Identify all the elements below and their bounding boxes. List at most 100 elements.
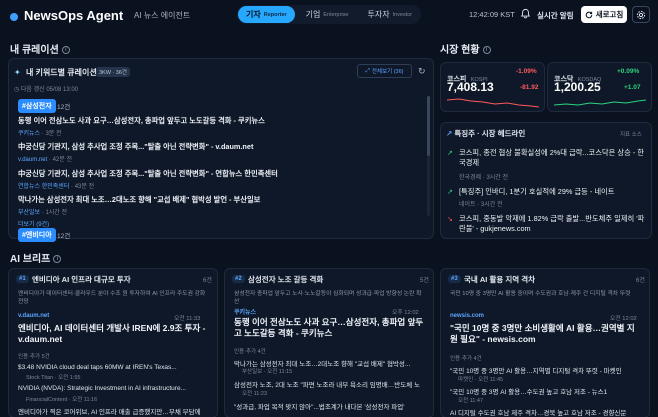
curation-news-title[interactable]: 中궁신당 기관지, 삼성 추사업 조정 주목..."탈출 아닌 전략변화" - … xyxy=(18,169,418,179)
related-source: Stock Titan xyxy=(26,375,54,381)
info-icon[interactable]: i xyxy=(482,46,491,55)
info-icon[interactable]: i xyxy=(53,255,62,264)
news-time: 3분 전 xyxy=(45,131,62,137)
refresh-button[interactable]: 새로고침 xyxy=(581,6,627,23)
news-source[interactable]: v.daum.net xyxy=(18,157,47,163)
curation-news-title[interactable]: 막나가는 삼성전자 최대 노조…2대노조 향해 "교섭 배제" 협박성 발언 -… xyxy=(18,195,418,205)
curation-news-title[interactable]: 동행 이어 전삼노도 사과 요구…삼성전자, 총파업 앞두고 노도갈등 격화 -… xyxy=(18,116,418,126)
curation-news-title[interactable]: 中궁신당 기관지, 삼성 추사업 조정 주목..."탈출 아닌 전략변화" - … xyxy=(18,142,418,152)
more-button[interactable]: 더보기 (9건) xyxy=(18,219,49,228)
brief-source[interactable]: v.daum.net xyxy=(18,313,49,319)
brief-rank: #1 xyxy=(16,275,29,283)
market-headline-title[interactable]: 코스피, 종전 협상 불확실성에 2%대 급락...코스닥은 상승 - 한국경제 xyxy=(459,148,645,168)
market-headline-meta: 한국경제 · 3시간 전 xyxy=(459,175,509,181)
mode-tab-investor[interactable]: 투자자 Investor xyxy=(359,6,420,23)
headline-card-title-text: 특징주 · 시장 헤드라인 xyxy=(454,129,526,138)
expand-all-label: 전체보기 (36) xyxy=(371,69,404,75)
brief-related-meta: 오전 11:47 xyxy=(458,396,483,404)
info-icon[interactable]: i xyxy=(61,46,70,55)
related-time: 오전 1:55 xyxy=(58,375,81,381)
keyword-count: 12건 xyxy=(57,104,71,111)
curation-section-title: 내 큐레이션 i xyxy=(10,41,70,56)
brief-related-label: 인용·추가 4건 xyxy=(234,349,266,355)
index-change: -81.92 xyxy=(520,84,539,91)
gear-icon xyxy=(636,10,646,19)
brief-count: 6건 xyxy=(636,278,645,284)
related-source: 부산일보 xyxy=(242,369,263,375)
brief-related-item[interactable]: "국민 10명 중 3명만 AI 활용…지역별 디지털 격차 뚜렷 - 마켓인 xyxy=(450,365,640,375)
mode-en-label: Reporter xyxy=(263,11,287,18)
brief-related-item[interactable]: AI 디지털 수도권 호남 제주 격차…경북 높고 호남 저조 - 경향신문 xyxy=(450,407,640,417)
market-headline-meta: 네이트 · 3시간 전 xyxy=(459,202,503,208)
index-pct: +0.09% xyxy=(617,68,640,75)
reload-icon[interactable]: ↻ xyxy=(418,66,426,77)
brief-headline[interactable]: "국민 10명 중 3명만 소비생활에 AI 활용…권역별 지원 필요" - n… xyxy=(450,323,640,345)
brief-related-item[interactable]: "성과급, 파업 목적 맞지 않아"...법조계가 내다본 '삼성전자 파업' xyxy=(234,401,424,411)
mode-label: 투자자 xyxy=(367,10,390,19)
news-time: 42분 전 xyxy=(52,157,72,163)
market-headline-title[interactable]: 코스피, 중동발 악재에 1.82% 급락 출발...반도체주 일제히 '파란불… xyxy=(459,214,645,234)
settings-button[interactable] xyxy=(632,6,650,23)
news-time: 3시간 전 xyxy=(480,202,503,208)
realtime-alert-button[interactable]: 실시간 알림 xyxy=(537,10,574,21)
mode-en-label: Enterprise xyxy=(323,11,349,18)
keyword-count-badge: 3KW · 36건 xyxy=(96,67,130,77)
keyword-tag-samsung[interactable]: #삼성전자 xyxy=(18,99,56,113)
brief-source[interactable]: newsis.com xyxy=(450,313,484,319)
index-change: +1.07 xyxy=(624,84,641,91)
brief-related-item[interactable]: 엔비디아가 찍은 코어위브, AI 인프라 매출 급증했지만…부채 부담에 xyxy=(18,406,208,416)
brief-related-meta: 오전 11:23 xyxy=(242,389,267,397)
news-source[interactable]: 쿠키뉴스 xyxy=(18,131,40,137)
brief-summary: 삼성전자 총파업 앞두고 노사·노노갈등이 심화되며 성과급·파업 방향성 논란… xyxy=(234,291,422,306)
brief-related-label: 인용·추가 4건 xyxy=(450,356,482,362)
mode-tab-reporter[interactable]: 기자 Reporter xyxy=(238,6,295,23)
related-time: 오전 11:47 xyxy=(458,398,484,404)
keyword-count: 12건 xyxy=(57,233,71,240)
curation-news-meta: 연합뉴스 한민족센터 · 43분 전 xyxy=(18,184,95,190)
curation-card-title: 내 키워드별 큐레이션 xyxy=(26,68,97,77)
brief-related-item[interactable]: NVIDIA (NVDA): Strategic Investment in A… xyxy=(18,385,208,392)
brief-source[interactable]: 쿠키뉴스 xyxy=(234,307,256,316)
brief-count: 6건 xyxy=(203,278,212,284)
expand-all-button[interactable]: ⤢ 전체보기 (36) xyxy=(357,64,412,78)
headline-meta: 지표 소스 xyxy=(620,132,642,138)
brief-related-item[interactable]: $3.48 NVIDIA cloud deal taps 60MW at IRE… xyxy=(18,364,208,371)
related-time: 오전 11:23 xyxy=(242,391,268,397)
related-time: 오전 11:45 xyxy=(478,377,504,383)
headline-card-title: ↗ 특징주 · 시장 헤드라인 xyxy=(446,128,525,139)
related-time: 오전 11:16 xyxy=(72,397,98,403)
curation-news-meta: 부산일보 · 1시간 전 xyxy=(18,210,68,216)
refresh-label: 새로고침 xyxy=(595,10,624,19)
related-time: 오전 11:15 xyxy=(267,369,293,375)
mode-tab-enterprise[interactable]: 기업 Enterprise xyxy=(298,6,357,23)
market-section-title-text: 시장 현황 xyxy=(440,45,480,56)
brief-related-item[interactable]: 삼성전자 노조, 2대 노조 "파면 노조라 내부 욕소리 임명배…반도체 노 xyxy=(234,379,424,389)
app-logo[interactable]: NewsOps Agent xyxy=(10,8,123,23)
brief-related-meta: 부산일보 · 오전 11:15 xyxy=(242,369,293,375)
curation-scroll-thumb[interactable] xyxy=(427,96,430,156)
curation-date: ◷ 다음 갱신 05/08 13:00 xyxy=(14,84,78,93)
clock-icon: ◷ xyxy=(14,87,21,93)
news-time: 1시간 전 xyxy=(45,210,68,216)
brief-time: 오전 12:02 xyxy=(610,316,637,322)
logo-dot-icon xyxy=(10,12,18,21)
brief-section-title-text: AI 브리프 xyxy=(10,254,51,265)
clock-time: 12:42:09 KST xyxy=(469,10,515,19)
news-source[interactable]: 부산일보 xyxy=(18,210,40,216)
brief-headline[interactable]: 동행 이어 전삼노도 사과 요구…삼성전자, 총파업 앞두고 노도갈등 격화 -… xyxy=(234,317,424,339)
news-time: 43분 전 xyxy=(74,184,95,190)
keyword-tag-nvidia[interactable]: #엔비디아 xyxy=(18,228,56,242)
brief-count: 5건 xyxy=(420,278,429,284)
curation-date-text: 다음 갱신 05/08 13:00 xyxy=(20,87,79,93)
brief-headline[interactable]: 엔비디아, AI 데이터센터 개발사 IREN에 2.9조 투자 - v.dau… xyxy=(18,323,208,345)
brief-related-item[interactable]: "국민 10명 중 3명 AI 활용…수도권 높고 호남 저조 - 뉴스1 xyxy=(450,386,640,396)
brief-related-label: 인용·추가 5건 xyxy=(18,354,50,360)
news-source[interactable]: 연합뉴스 한민족센터 xyxy=(18,184,69,190)
refresh-icon xyxy=(585,11,593,18)
mode-label: 기자 xyxy=(246,10,261,19)
index-pct: -1.09% xyxy=(516,68,537,75)
bell-icon[interactable] xyxy=(520,8,531,19)
market-headline-title[interactable]: [특징주] 인바디, 1분기 호실적에 29% 급등 - 네이트 xyxy=(459,187,645,197)
brief-time: 오후 12:02 xyxy=(392,310,419,316)
sparkle-icon: ✦ xyxy=(14,68,21,77)
